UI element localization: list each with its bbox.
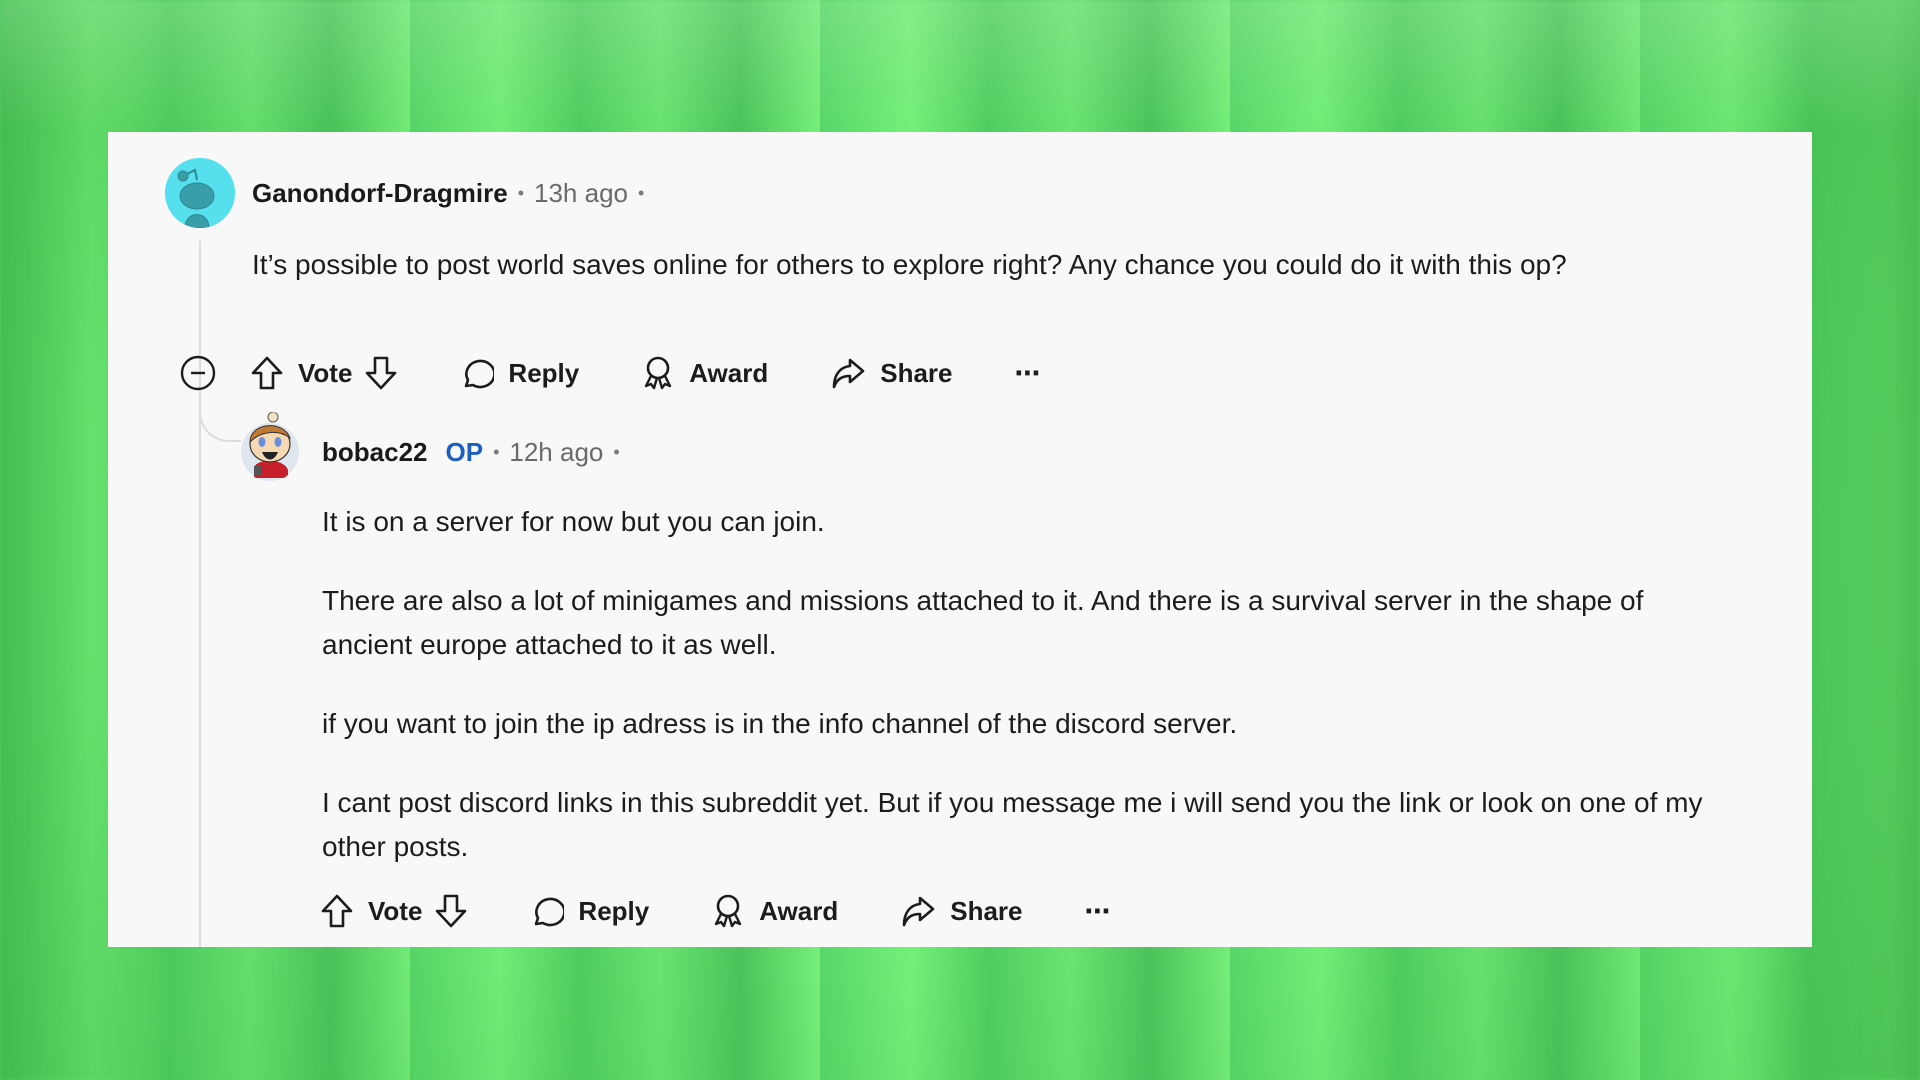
username[interactable]: bobac22 bbox=[322, 437, 428, 468]
op-badge: OP bbox=[445, 437, 484, 467]
upvote-icon bbox=[251, 356, 283, 390]
reply-label: Reply bbox=[578, 895, 650, 926]
downvote-button[interactable] bbox=[364, 355, 398, 391]
share-icon bbox=[832, 358, 865, 389]
upvote-button[interactable] bbox=[320, 893, 354, 929]
username[interactable]: Ganondorf-Dragmire bbox=[252, 178, 508, 209]
share-label: Share bbox=[880, 357, 953, 388]
award-button[interactable]: Award bbox=[641, 355, 768, 391]
separator-dot: • bbox=[637, 183, 645, 203]
reply-body: It is on a server for now but you can jo… bbox=[322, 500, 1732, 904]
upvote-icon bbox=[321, 894, 353, 928]
comment-body: It’s possible to post world saves online… bbox=[252, 243, 1732, 287]
comment-paragraph: I cant post discord links in this subred… bbox=[322, 787, 1703, 862]
reply-button[interactable]: Reply bbox=[460, 356, 579, 390]
comment-paragraph: There are also a lot of minigames and mi… bbox=[322, 585, 1644, 660]
collapse-button[interactable] bbox=[180, 355, 216, 391]
downvote-icon bbox=[436, 894, 467, 928]
share-button[interactable]: Share bbox=[830, 356, 953, 390]
award-button[interactable]: Award bbox=[711, 893, 838, 929]
separator-dot: • bbox=[613, 442, 620, 462]
more-options-button[interactable]: ⋯ bbox=[1085, 896, 1111, 927]
reply-icon bbox=[465, 359, 495, 389]
award-label: Award bbox=[759, 895, 839, 926]
award-icon bbox=[645, 356, 672, 390]
comment-paragraph: It is on a server for now but you can jo… bbox=[322, 506, 825, 537]
comment-actions: Vote Reply Award Share ⋯ bbox=[180, 351, 1041, 395]
award-icon bbox=[715, 894, 742, 928]
downvote-button[interactable] bbox=[434, 893, 468, 929]
custom-avatar-icon[interactable] bbox=[240, 412, 300, 482]
share-label: Share bbox=[950, 895, 1023, 926]
timestamp[interactable]: 12h ago bbox=[509, 437, 603, 468]
share-icon bbox=[902, 896, 935, 927]
comment-header: Ganondorf-Dragmire • 13h ago • bbox=[252, 178, 654, 209]
comment-paragraph: It’s possible to post world saves online… bbox=[252, 249, 1567, 280]
upvote-button[interactable] bbox=[250, 355, 284, 391]
downvote-icon bbox=[366, 356, 397, 390]
share-button[interactable]: Share bbox=[900, 894, 1023, 928]
more-icon: ⋯ bbox=[1084, 895, 1111, 926]
reply-header: bobac22 OP • 12h ago • bbox=[322, 437, 630, 468]
reply-label: Reply bbox=[508, 357, 580, 388]
separator-dot: • bbox=[517, 183, 524, 203]
reply-button[interactable]: Reply bbox=[530, 894, 649, 928]
award-label: Award bbox=[689, 357, 769, 388]
timestamp[interactable]: 13h ago bbox=[534, 178, 628, 209]
vote-label: Vote bbox=[298, 357, 353, 388]
thread-line[interactable] bbox=[199, 241, 201, 947]
comment-paragraph: if you want to join the ip adress is in … bbox=[322, 708, 1238, 739]
reply-icon bbox=[535, 897, 565, 927]
vote-label: Vote bbox=[368, 895, 423, 926]
snoo-avatar-icon[interactable] bbox=[165, 158, 235, 228]
more-options-button[interactable]: ⋯ bbox=[1015, 358, 1041, 389]
collapse-icon bbox=[180, 355, 216, 391]
reply-actions: Vote Reply Award Share ⋯ bbox=[320, 889, 1111, 933]
separator-dot: • bbox=[493, 442, 500, 462]
more-icon: ⋯ bbox=[1014, 357, 1041, 388]
